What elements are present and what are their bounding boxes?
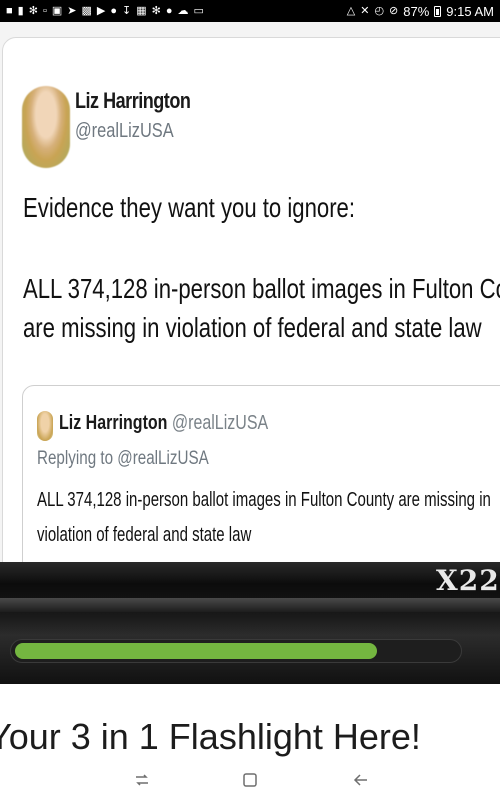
tv-icon: ▩ (81, 4, 92, 17)
quoted-author-handle: @realLizUSA (171, 412, 269, 434)
block-icon: ⊘ (389, 4, 399, 17)
quoted-tweet: Liz Harrington @realLizUSA Replying to @… (22, 385, 500, 562)
progress-fill (15, 643, 377, 659)
progress-bar[interactable] (10, 639, 462, 663)
tweet-author-name: Liz Harrington (75, 88, 191, 113)
back-icon (353, 774, 367, 786)
quoted-avatar (37, 411, 53, 441)
status-bar: ■ ▮ ✻ ▫ ▣ ➤ ▩ ▶ ● ↧ ▦ ✻ ● ☁ ▭ △ ✕ ◴ ⊘ 87… (0, 0, 500, 22)
avatar (22, 86, 70, 168)
tweet-screenshot: Liz Harrington @realLizUSA Evidence they… (0, 22, 500, 562)
clock: 9:15 AM (446, 3, 494, 19)
app-icon: ■ (6, 4, 13, 17)
home-icon (243, 773, 257, 787)
download-icon: ↧ (122, 4, 132, 17)
quoted-text-line: ALL 374,128 in-person ballot images in F… (37, 489, 491, 511)
recents-icon (136, 774, 148, 786)
tweet-text-line: Evidence they want you to ignore: (23, 192, 356, 223)
status-system-icons: △ ✕ ◴ ⊘ 87% 9:15 AM (347, 4, 494, 19)
wifi-icon: ◴ (374, 4, 385, 17)
location-icon: ● (165, 4, 173, 17)
ad-caption[interactable]: Your 3 in 1 Flashlight Here! (0, 716, 421, 758)
screen-icon: ▭ (193, 4, 204, 17)
replying-to: Replying to @realLizUSA (37, 448, 209, 469)
battery-percent: 87% (403, 3, 430, 19)
tweet-author-handle: @realLizUSA (75, 120, 174, 142)
battery-icon (434, 5, 442, 17)
nyt-icon: ▫ (42, 4, 47, 17)
photo-icon: ▣ (51, 4, 63, 17)
home-button[interactable] (238, 770, 262, 790)
cloud-icon: ☁ (177, 4, 189, 17)
player-band (0, 598, 500, 612)
youtube-icon: ▶ (96, 4, 106, 17)
send-icon: ➤ (67, 4, 77, 17)
back-button[interactable] (349, 770, 373, 790)
recents-button[interactable] (130, 770, 154, 790)
tweet-card: Liz Harrington @realLizUSA Evidence they… (2, 37, 500, 562)
settings-icon: ✻ (151, 4, 161, 17)
tweet-text-line: ALL 374,128 in-person ballot images in F… (23, 273, 500, 304)
location-icon: ● (110, 4, 117, 17)
cast-icon: ▦ (136, 4, 147, 17)
status-notification-icons: ■ ▮ ✻ ▫ ▣ ➤ ▩ ▶ ● ↧ ▦ ✻ ● ☁ ▭ (6, 4, 204, 17)
quoted-author: Liz Harrington @realLizUSA (59, 412, 268, 435)
quoted-text-line: violation of federal and state law (37, 524, 252, 546)
mute-icon: ✕ (360, 4, 370, 17)
tweet-text-line: are missing in violation of federal and … (23, 312, 482, 343)
file-icon: ▮ (17, 4, 24, 17)
nfc-icon: △ (346, 4, 356, 17)
quoted-author-name: Liz Harrington (59, 412, 168, 434)
video-player[interactable]: X22 (0, 562, 500, 684)
navigation-bar (0, 762, 500, 800)
settings-icon: ✻ (28, 4, 38, 17)
brand-logo: X22 (436, 564, 500, 597)
